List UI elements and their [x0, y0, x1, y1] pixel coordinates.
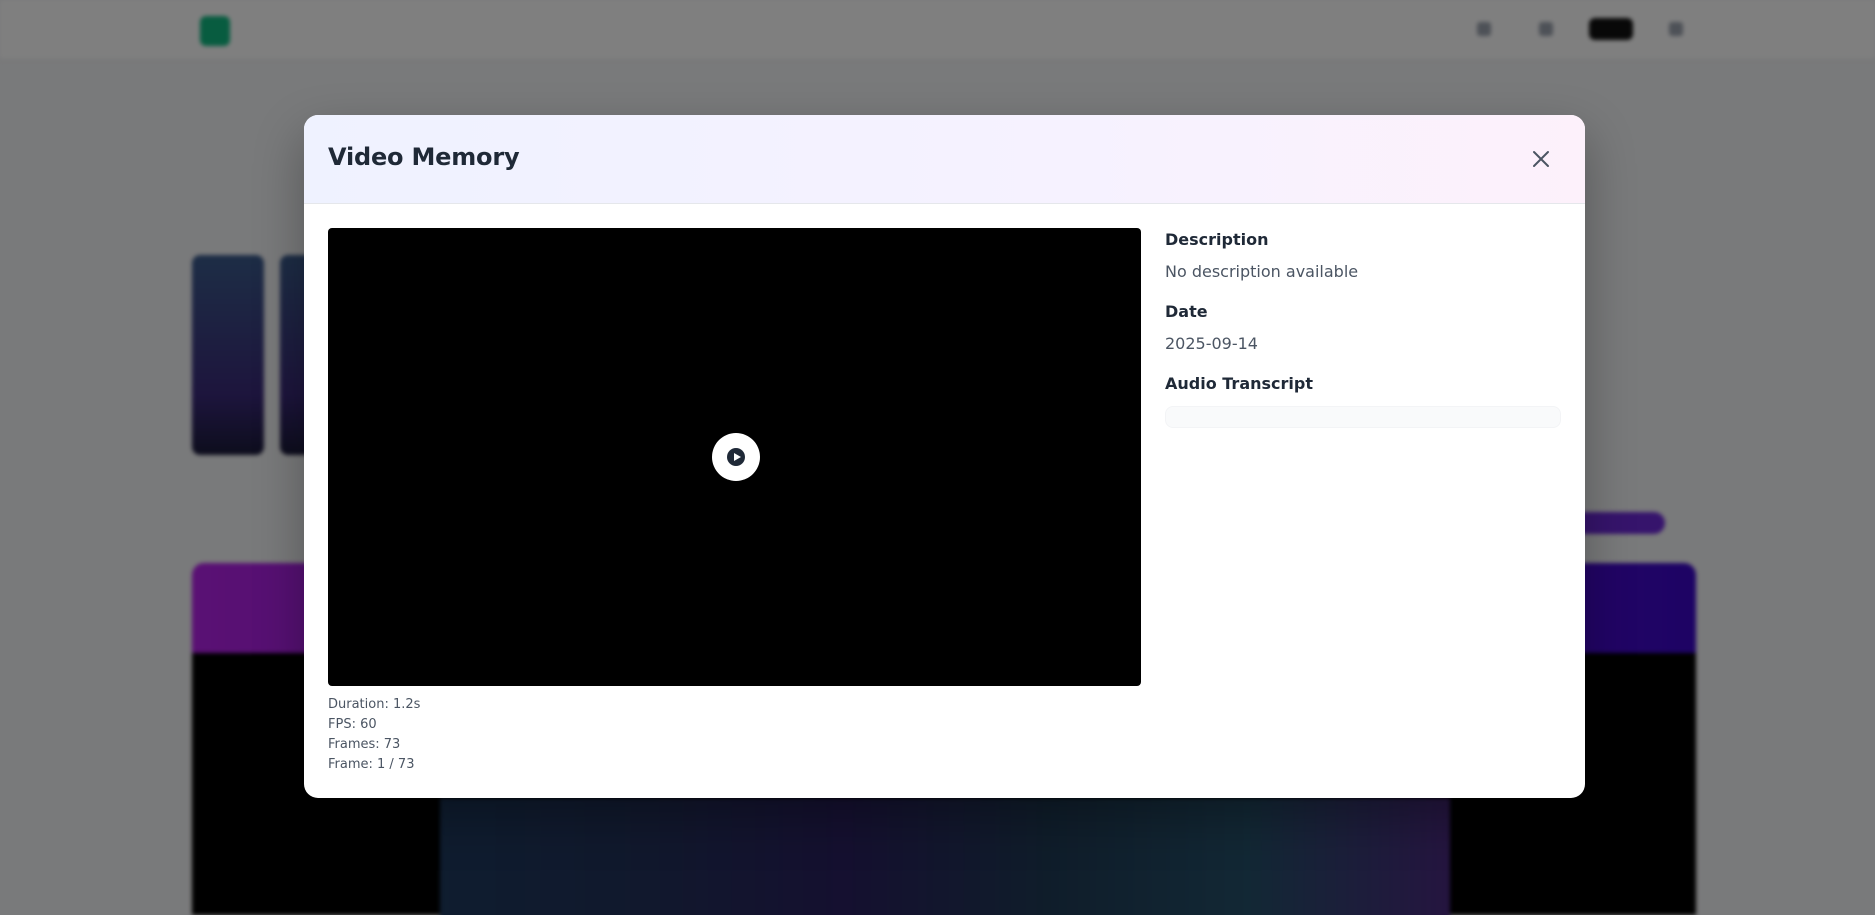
- date-value: 2025-09-14: [1165, 334, 1258, 353]
- video-player[interactable]: [328, 228, 1141, 686]
- video-stats: Duration: 1.2s FPS: 60 Frames: 73 Frame:…: [328, 695, 420, 775]
- close-icon: [1533, 151, 1549, 167]
- details-panel: Description No description available Dat…: [1165, 228, 1561, 428]
- video-duration: Duration: 1.2s: [328, 697, 421, 712]
- video-frames: Frames: 73: [328, 737, 401, 752]
- video-memory-modal: Video Memory Duration: 1.2s FPS: 60 Fram…: [304, 115, 1585, 798]
- play-triangle: [733, 453, 741, 461]
- modal-body: Duration: 1.2s FPS: 60 Frames: 73 Frame:…: [304, 204, 1585, 798]
- close-button[interactable]: [1527, 145, 1555, 173]
- video-frame-position: Frame: 1 / 73: [328, 757, 415, 772]
- modal-title: Video Memory: [328, 143, 520, 171]
- play-circle-icon: [727, 448, 745, 466]
- play-button[interactable]: [712, 433, 760, 481]
- transcript-label: Audio Transcript: [1165, 374, 1313, 393]
- modal-header: Video Memory: [304, 115, 1585, 204]
- description-value: No description available: [1165, 262, 1359, 281]
- transcript-box: [1165, 406, 1561, 428]
- description-label: Description: [1165, 230, 1269, 249]
- video-fps: FPS: 60: [328, 717, 377, 732]
- date-label: Date: [1165, 302, 1208, 321]
